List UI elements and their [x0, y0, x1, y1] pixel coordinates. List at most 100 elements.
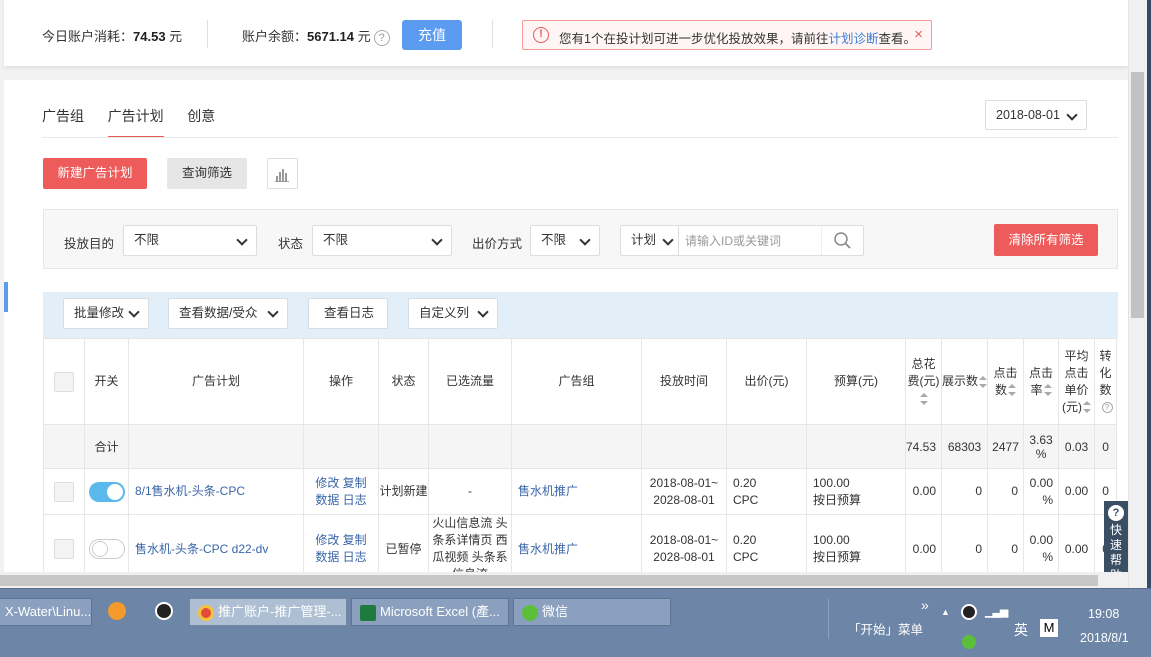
daily-spend-value: 74.53 — [133, 29, 166, 44]
sort-icon[interactable] — [920, 392, 929, 405]
help-icon[interactable]: ? — [373, 29, 390, 46]
tray-expand-icon[interactable]: » — [921, 597, 929, 613]
total-impressions: 68303 — [941, 424, 989, 469]
time-cell: 2018-08-01~ 2028-08-01 — [641, 514, 727, 574]
col-cost[interactable]: 总花费(元) — [904, 338, 943, 425]
row-checkbox[interactable] — [54, 481, 74, 502]
scrollbar-thumb[interactable] — [0, 575, 1098, 586]
toggle-knob — [106, 483, 123, 500]
date-select[interactable]: 2018-08-01 — [985, 100, 1087, 130]
copy-link[interactable]: 复制 — [343, 533, 367, 547]
taskbar-item-wechat[interactable]: 微信 — [513, 598, 671, 626]
account-balance: 账户余额：5671.14 元? — [242, 26, 390, 46]
sort-icon[interactable] — [1008, 384, 1017, 397]
bid-method-select[interactable]: 不限 — [530, 225, 600, 256]
tab-ad-plan[interactable]: 广告计划 — [107, 106, 164, 138]
network-signal-icon[interactable]: ▁▃▅ — [985, 605, 1008, 618]
copy-link[interactable]: 复制 — [343, 476, 367, 490]
divider — [492, 20, 493, 48]
sort-icon[interactable] — [979, 375, 988, 388]
excel-icon — [360, 604, 376, 621]
search-icon[interactable] — [821, 226, 863, 255]
total-row: 合计 74.53 68303 2477 3.63 % 0.03 0 — [43, 424, 1118, 469]
col-ctr[interactable]: 点击率 — [1023, 338, 1060, 425]
start-menu[interactable]: 「开始」菜单 — [848, 619, 923, 638]
log-link[interactable]: 日志 — [343, 550, 367, 564]
data-link[interactable]: 数据 — [315, 493, 339, 507]
purpose-select[interactable]: 不限 — [123, 225, 257, 256]
chevron-down-icon — [579, 234, 591, 246]
bar-chart-icon[interactable] — [267, 158, 298, 189]
wechat-tray-icon[interactable] — [962, 635, 976, 649]
chevron-down-icon — [236, 234, 248, 246]
plan-diagnosis-link[interactable]: 计划诊断 — [828, 32, 878, 46]
log-link[interactable]: 日志 — [343, 493, 367, 507]
sort-icon[interactable] — [1083, 401, 1092, 414]
col-clicks[interactable]: 点击数 — [987, 338, 1025, 425]
sort-icon[interactable] — [1043, 384, 1052, 397]
divider — [207, 20, 208, 48]
tray-arrow-up-icon[interactable]: ▲ — [941, 607, 950, 617]
vertical-scrollbar[interactable] — [1128, 0, 1147, 588]
row-checkbox[interactable] — [54, 539, 74, 559]
query-filter-button[interactable]: 查询筛选 — [167, 158, 247, 189]
search-icon-glyph — [834, 232, 851, 249]
total-cost: 74.53 — [904, 424, 943, 469]
help-icon[interactable]: ? — [1101, 401, 1113, 413]
clock-date[interactable]: 2018/8/1 — [1080, 631, 1129, 645]
new-plan-button[interactable]: 新建广告计划 — [43, 158, 147, 189]
impressions-cell: 0 — [941, 468, 989, 515]
side-indicator — [4, 282, 8, 312]
toggle-knob — [91, 541, 108, 557]
qq-tray-icon[interactable] — [961, 604, 977, 620]
ime-mode-icon[interactable]: M — [1040, 619, 1058, 637]
table-header-row: 开关 广告计划 操作 状态 已选流量 广告组 投放时间 出价(元) 预算(元) … — [43, 338, 1118, 425]
col-cpc[interactable]: 平均点击单价(元) — [1058, 338, 1096, 425]
quick-help-button[interactable]: ? 快速帮助 — [1104, 501, 1128, 573]
close-icon[interactable]: × — [914, 26, 923, 43]
status-select[interactable]: 不限 — [312, 225, 452, 256]
plan-name-link[interactable]: 8/1售水机-头条-CPC — [135, 484, 245, 498]
view-data-button[interactable]: 查看数据/受众 — [168, 298, 288, 329]
ad-group-link[interactable]: 售水机推广 — [518, 542, 578, 556]
select-all-checkbox[interactable] — [54, 371, 74, 392]
purpose-label: 投放目的 — [64, 237, 115, 251]
status-cell: 计划新建 — [378, 468, 429, 515]
col-impressions[interactable]: 展示数 — [941, 338, 989, 425]
search-input[interactable] — [685, 230, 825, 252]
table-row: 8/1售水机-头条-CPC 修改 复制 数据 日志 计划新建 - 售水机推广 2… — [43, 468, 1118, 515]
cpc-cell: 0.00 — [1058, 514, 1096, 574]
horizontal-scrollbar[interactable] — [0, 572, 1128, 588]
qq-icon[interactable] — [155, 602, 173, 620]
chevron-down-icon — [1066, 109, 1078, 121]
col-bid: 出价(元) — [726, 338, 807, 425]
plan-toggle-switch[interactable] — [88, 481, 125, 502]
taskbar-item-browser[interactable]: 推广账户-推广管理-... — [189, 598, 347, 626]
ime-language[interactable]: 英 — [1014, 620, 1028, 640]
clear-filters-button[interactable]: 清除所有筛选 — [994, 224, 1098, 256]
taskbar-item-terminal[interactable]: X-Water\Linu... — [0, 598, 92, 626]
table-toolbar: 批量修改 查看数据/受众 查看日志 自定义列 — [43, 292, 1118, 338]
ad-group-link[interactable]: 售水机推广 — [518, 484, 578, 498]
recharge-button[interactable]: 充值 — [402, 20, 462, 50]
clock-time[interactable]: 19:08 — [1088, 607, 1119, 621]
edit-link[interactable]: 修改 — [315, 476, 339, 490]
total-clicks: 2477 — [987, 424, 1025, 469]
batch-edit-button[interactable]: 批量修改 — [63, 298, 149, 329]
scrollbar-thumb[interactable] — [1131, 72, 1144, 318]
total-label: 合计 — [84, 424, 129, 469]
plan-toggle-switch[interactable] — [88, 539, 125, 559]
impressions-cell: 0 — [941, 514, 989, 574]
question-icon: ? — [1108, 505, 1124, 521]
edit-link[interactable]: 修改 — [315, 533, 339, 547]
flame-icon[interactable] — [108, 602, 126, 620]
taskbar-item-excel[interactable]: Microsoft Excel (產... — [351, 598, 509, 626]
data-link[interactable]: 数据 — [315, 550, 339, 564]
search-type-select[interactable]: 计划 — [621, 226, 679, 255]
view-log-button[interactable]: 查看日志 — [308, 298, 388, 329]
status-cell: 已暂停 — [378, 514, 429, 574]
tab-ad-group[interactable]: 广告组 — [42, 106, 84, 136]
plan-name-link[interactable]: 售水机-头条-CPC d22-dv — [135, 542, 268, 556]
custom-columns-button[interactable]: 自定义列 — [408, 298, 498, 329]
tab-creative[interactable]: 创意 — [187, 106, 215, 136]
